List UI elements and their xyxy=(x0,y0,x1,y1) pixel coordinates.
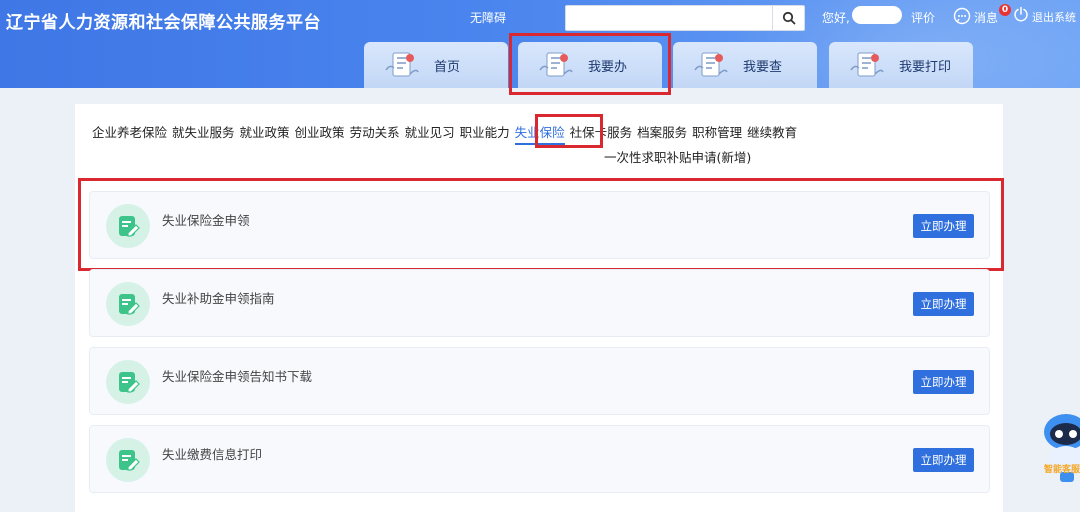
category-item[interactable]: 企业养老保险 xyxy=(92,122,167,141)
assistant-widget[interactable]: 智能客服 xyxy=(1040,410,1080,490)
query-tab-icon xyxy=(694,52,728,77)
tab-query-label: 我要查 xyxy=(743,59,783,75)
edit-document-icon xyxy=(119,372,140,393)
category-item[interactable]: 职称管理 xyxy=(692,122,742,141)
message-icon[interactable] xyxy=(953,7,971,25)
category-item[interactable]: 劳动关系 xyxy=(350,122,400,141)
user-name-pill[interactable] xyxy=(852,6,902,24)
category-item[interactable]: 继续教育 xyxy=(747,122,797,141)
category-item[interactable]: 创业政策 xyxy=(295,122,345,141)
category-item[interactable]: 就业见习 xyxy=(405,122,455,141)
service-name: 失业补助金申领指南 xyxy=(162,291,275,306)
search-icon xyxy=(782,11,795,25)
service-icon-bg xyxy=(106,438,150,482)
category-highlight-box xyxy=(535,114,603,148)
category-item[interactable]: 档案服务 xyxy=(637,122,687,141)
category-item-job-subsidy[interactable]: 一次性求职补贴申请(新增) xyxy=(604,147,751,166)
accessibility-link[interactable]: 无障碍 xyxy=(470,9,506,26)
messages-link[interactable]: 消息 xyxy=(974,9,998,26)
logout-link[interactable]: 退出系统 xyxy=(1032,9,1076,25)
service-card: 失业补助金申领指南 立即办理 xyxy=(89,269,990,337)
service-name: 失业缴费信息打印 xyxy=(162,447,263,462)
search-box xyxy=(565,5,805,31)
apply-now-button[interactable]: 立即办理 xyxy=(913,292,974,316)
power-icon[interactable] xyxy=(1013,6,1029,22)
edit-document-icon xyxy=(119,450,140,471)
rate-link[interactable]: 评价 xyxy=(911,9,935,26)
tab-highlight-box xyxy=(509,33,671,95)
print-tab-icon xyxy=(850,52,884,77)
service-highlight-box xyxy=(78,178,1004,271)
service-card: 失业缴费信息打印 立即办理 xyxy=(89,425,990,493)
greeting-text: 您好, xyxy=(822,11,850,25)
apply-now-button[interactable]: 立即办理 xyxy=(913,448,974,472)
site-title: 辽宁省人力资源和社会保障公共服务平台 xyxy=(6,13,321,33)
tab-print-label: 我要打印 xyxy=(899,59,952,75)
tab-home-label: 首页 xyxy=(434,59,461,75)
service-icon-bg xyxy=(106,360,150,404)
robot-icon xyxy=(1044,414,1080,482)
category-item[interactable]: 就失业服务 xyxy=(172,122,235,141)
category-item[interactable]: 就业政策 xyxy=(240,122,290,141)
assistant-label: 智能客服 xyxy=(1044,465,1080,475)
service-name: 失业保险金申领告知书下载 xyxy=(162,369,313,384)
category-item[interactable]: 职业能力 xyxy=(460,122,510,141)
tab-print[interactable]: 我要打印 xyxy=(829,42,973,88)
category-bar: 企业养老保险 就失业服务 就业政策 创业政策 劳动关系 就业见习 职业能力 失业保险 社保卡服务… xyxy=(92,122,802,145)
message-count-badge: 0 xyxy=(999,4,1011,16)
service-icon-bg xyxy=(106,282,150,326)
apply-now-button[interactable]: 立即办理 xyxy=(913,370,974,394)
service-card: 失业保险金申领告知书下载 立即办理 xyxy=(89,347,990,415)
edit-document-icon xyxy=(119,294,140,315)
tab-query[interactable]: 我要查 xyxy=(673,42,817,88)
tab-home[interactable]: 首页 xyxy=(364,42,508,88)
search-button[interactable] xyxy=(772,6,804,30)
home-tab-icon xyxy=(385,52,419,77)
search-input[interactable] xyxy=(566,6,772,30)
